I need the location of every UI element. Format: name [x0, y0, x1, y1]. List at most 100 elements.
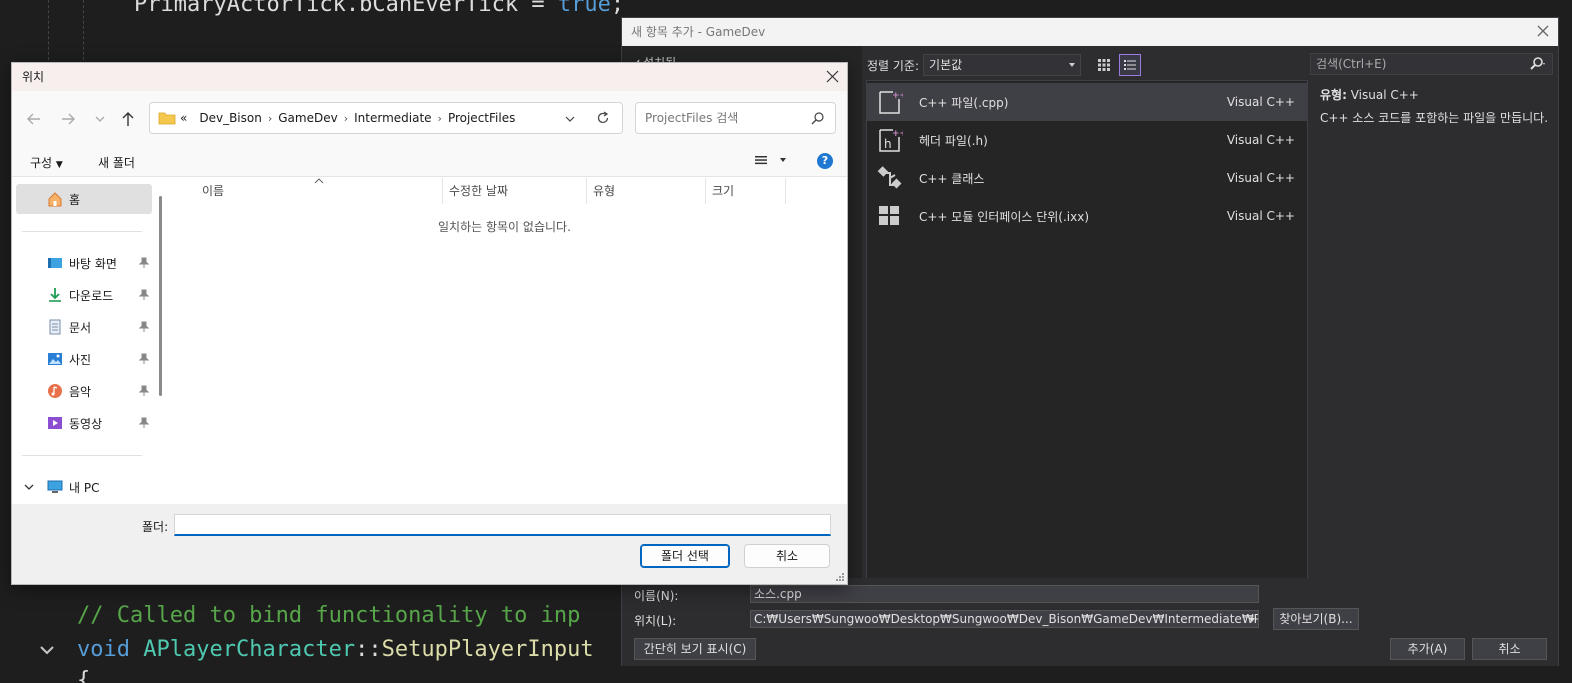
info-description: C++ 소스 코드를 포함하는 파일을 만듭니다.	[1320, 111, 1549, 125]
grid-view-icon	[1098, 59, 1111, 71]
navigation-pane: 홈 바탕 화면 다운로드 문서 사진 음악 동영상 내 PC	[12, 178, 168, 504]
svg-text:++: ++	[892, 129, 903, 139]
expand-chevron-icon[interactable]	[24, 482, 34, 492]
add-button[interactable]: 추가(A)	[1390, 638, 1465, 660]
folder-search-input[interactable]: ProjectFiles 검색	[635, 102, 836, 134]
cancel-button[interactable]: 취소	[1472, 638, 1547, 660]
sidebar-item-videos[interactable]: 동영상	[16, 408, 152, 438]
sidebar-item-music[interactable]: 음악	[16, 376, 152, 406]
pin-icon[interactable]	[138, 385, 150, 397]
sidebar-item-pictures[interactable]: 사진	[16, 344, 152, 374]
column-divider[interactable]	[442, 178, 443, 204]
column-divider[interactable]	[705, 178, 706, 204]
template-item-module-interface[interactable]: C++ 모듈 인터페이스 단위(.ixx) Visual C++	[867, 197, 1307, 235]
breadcrumb-item[interactable]: Intermediate	[354, 111, 431, 125]
pin-icon[interactable]	[138, 417, 150, 429]
indent-guide	[48, 0, 49, 60]
code-line-signature[interactable]: void APlayerCharacter::SetupPlayerInput	[77, 637, 594, 662]
sort-label: 정렬 기준:	[867, 58, 920, 73]
fold-chevron-icon[interactable]	[38, 641, 56, 659]
indent-guide	[83, 0, 84, 60]
sidebar-item-this-pc[interactable]: 내 PC	[16, 472, 152, 502]
sidebar-item-label: 홈	[69, 192, 81, 207]
organize-menu[interactable]: 구성 ▼	[30, 154, 63, 171]
column-divider[interactable]	[785, 178, 786, 204]
forward-arrow-icon[interactable]	[58, 111, 78, 127]
documents-icon	[49, 319, 61, 335]
folder-name-input[interactable]	[174, 514, 831, 536]
breadcrumb-separator-icon: ›	[437, 111, 442, 125]
sidebar-item-desktop[interactable]: 바탕 화면	[16, 248, 152, 278]
code-line-tick[interactable]: PrimaryActorTick.bCanEverTick = true;	[134, 0, 624, 17]
address-bar[interactable]: « Dev_Bison › GameDev › Intermediate › Proj…	[149, 102, 623, 134]
chevron-down-icon[interactable]	[564, 114, 576, 124]
breadcrumb-separator-icon: ›	[267, 111, 273, 125]
location-value: C:₩Users₩Sungwoo₩Desktop₩Sungwoo₩Dev_Bis…	[754, 612, 1258, 626]
file-list-pane: 이름 수정한 날짜 유형 크기 일치하는 항목이 없습니다.	[168, 178, 847, 504]
code-keyword: void	[77, 637, 130, 662]
template-name: C++ 클래스	[919, 171, 985, 186]
template-list: ++ C++ 파일(.cpp) Visual C++ h++ 헤더 파일(.h)…	[866, 80, 1308, 580]
breadcrumb-item[interactable]: GameDev	[278, 111, 337, 125]
list-view-button[interactable]	[1119, 54, 1142, 76]
module-interface-icon	[879, 206, 899, 225]
template-search-input[interactable]: 검색(Ctrl+E)	[1310, 53, 1553, 75]
cancel-button[interactable]: 취소	[744, 544, 830, 568]
template-type: Visual C++	[1226, 171, 1295, 185]
pin-icon[interactable]	[138, 353, 150, 365]
pin-icon[interactable]	[138, 289, 150, 301]
code-function: SetupPlayerInput	[381, 637, 594, 662]
close-icon[interactable]	[1536, 24, 1550, 38]
info-type-label: 유형:	[1320, 88, 1347, 102]
sidebar-item-downloads[interactable]: 다운로드	[16, 280, 152, 310]
close-icon[interactable]	[826, 70, 839, 83]
sort-dropdown[interactable]: 기본값	[923, 54, 1082, 76]
resize-grip-icon[interactable]	[835, 572, 845, 582]
column-header-date[interactable]: 수정한 날짜	[449, 182, 508, 199]
up-arrow-icon[interactable]	[118, 111, 138, 127]
name-field[interactable]: 소스.cpp	[750, 585, 1259, 603]
column-divider[interactable]	[586, 178, 587, 204]
column-header-name[interactable]: 이름	[202, 182, 224, 199]
new-folder-button[interactable]: 새 폴더	[98, 154, 135, 171]
select-folder-button[interactable]: 폴더 선택	[640, 544, 730, 568]
refresh-icon[interactable]	[596, 111, 610, 125]
dialog-titlebar: 위치	[12, 63, 847, 91]
compact-view-button[interactable]: 간단히 보기 표시(C)	[634, 638, 756, 660]
pin-icon[interactable]	[138, 321, 150, 333]
template-item-cpp-file[interactable]: ++ C++ 파일(.cpp) Visual C++	[867, 83, 1307, 121]
sidebar-item-documents[interactable]: 문서	[16, 312, 152, 342]
videos-icon	[48, 417, 62, 429]
pin-icon[interactable]	[138, 257, 150, 269]
code-brace: {	[77, 668, 91, 683]
sort-toolbar: 정렬 기준: 기본값	[867, 52, 1142, 78]
template-item-cpp-class[interactable]: C++ 클래스 Visual C++	[867, 159, 1307, 197]
column-header-type[interactable]: 유형	[593, 182, 615, 199]
recent-locations-chevron-icon[interactable]	[90, 111, 110, 127]
browse-button[interactable]: 찾아보기(B)...	[1273, 608, 1359, 630]
cpp-class-icon	[877, 166, 902, 189]
sidebar-item-home[interactable]: 홈	[16, 184, 152, 214]
view-options-button[interactable]	[754, 153, 790, 170]
breadcrumb-item[interactable]: Dev_Bison	[199, 111, 262, 125]
code-comment[interactable]: // Called to bind functionality to inp	[77, 603, 580, 628]
back-arrow-icon[interactable]	[24, 111, 44, 127]
search-icon[interactable]	[811, 111, 825, 125]
sidebar-item-label: 사진	[69, 352, 92, 367]
column-header-size[interactable]: 크기	[712, 182, 734, 199]
info-type-value: Visual C++	[1350, 88, 1419, 102]
breadcrumb-item[interactable]: ProjectFiles	[448, 111, 515, 125]
search-icon[interactable]	[1530, 57, 1546, 71]
navigation-scrollbar[interactable]	[159, 196, 162, 396]
search-placeholder: 검색(Ctrl+E)	[1316, 57, 1387, 71]
sidebar-item-label: 다운로드	[69, 288, 114, 303]
help-icon[interactable]: ?	[817, 153, 833, 169]
code-punct: ::	[355, 637, 382, 662]
location-combobox[interactable]: C:₩Users₩Sungwoo₩Desktop₩Sungwoo₩Dev_Bis…	[750, 610, 1259, 628]
template-item-header-file[interactable]: h++ 헤더 파일(.h) Visual C++	[867, 121, 1307, 159]
chevron-down-icon[interactable]	[1249, 618, 1255, 622]
breadcrumb-overflow[interactable]: «	[180, 111, 187, 125]
location-label: 위치(L):	[634, 614, 677, 628]
grid-view-button[interactable]	[1093, 54, 1115, 76]
template-type: Visual C++	[1226, 209, 1295, 223]
